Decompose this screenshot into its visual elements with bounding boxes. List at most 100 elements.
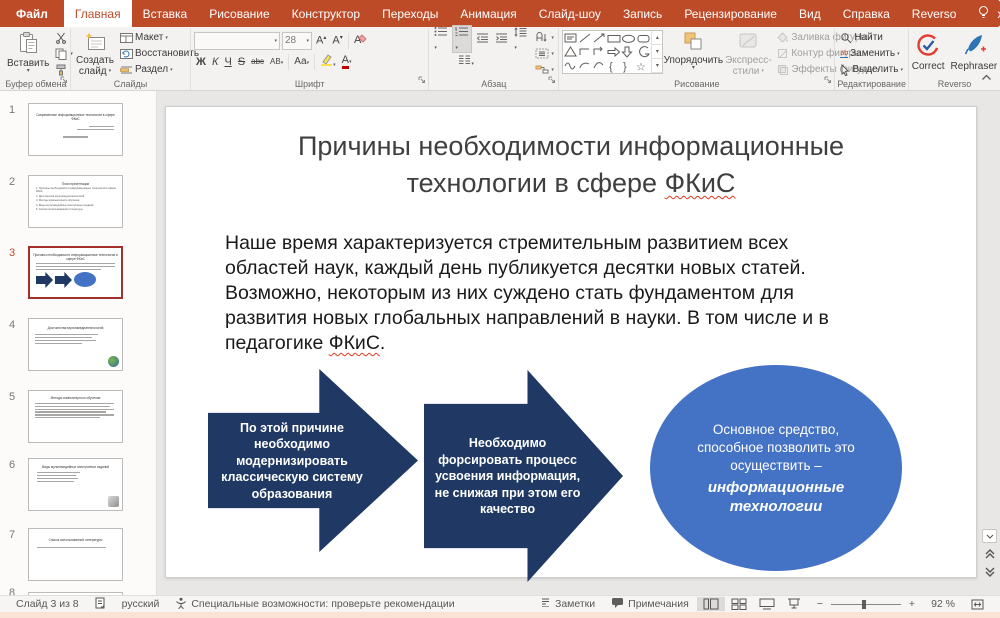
fit-to-window-button[interactable] — [963, 599, 992, 610]
new-slide-button[interactable]: Создать слайд▾ — [74, 30, 116, 77]
lightbulb-icon — [977, 5, 990, 23]
slide-thumbnail-3-selected[interactable]: Причины необходимости информационные тех… — [28, 246, 123, 299]
thumb7-title: Список использованной литературы — [32, 538, 119, 542]
text-direction-button[interactable]: ▾ — [533, 30, 556, 45]
decrease-indent-button[interactable] — [474, 33, 491, 46]
font-dialog-launcher[interactable] — [418, 71, 426, 89]
align-text-button[interactable]: ▾ — [533, 46, 556, 61]
tab-help[interactable]: Справка — [832, 0, 901, 27]
reverso-correct-button[interactable]: Correct — [910, 30, 947, 77]
main-area: 1 Современные информационные технологии … — [0, 91, 1000, 595]
tab-record[interactable]: Запись — [612, 0, 673, 27]
columns-button[interactable]: ▾ — [456, 55, 476, 68]
font-name-combo[interactable]: ▾ — [194, 32, 280, 50]
layout-button[interactable]: Макет▾ — [118, 30, 201, 45]
zoom-out-button[interactable]: − — [807, 598, 825, 610]
tab-reverso[interactable]: Reverso — [901, 0, 968, 27]
scroll-down-button[interactable] — [982, 529, 997, 543]
slide-thumbnail-panel[interactable]: 1 Современные информационные технологии … — [0, 91, 157, 595]
slide-thumbnail-2[interactable]: План презентации 1. Причины необходимост… — [28, 175, 123, 228]
diagram-arrow-shape-2[interactable]: Необходимо форсировать процесс усвоения … — [424, 370, 623, 582]
strikethrough-button[interactable]: abc — [249, 57, 266, 66]
quick-styles-button[interactable]: Экспресс- стили▾ — [723, 30, 773, 77]
proofing-status-icon — [95, 597, 106, 612]
tab-design[interactable]: Конструктор — [281, 0, 371, 27]
increase-indent-button[interactable] — [493, 33, 510, 46]
line-spacing-button[interactable]: ▾ — [512, 27, 529, 52]
tab-home[interactable]: Главная — [64, 0, 132, 27]
clear-formatting-button[interactable]: А — [352, 33, 369, 48]
slideshow-view-button[interactable] — [781, 597, 807, 611]
zoom-slider[interactable] — [831, 604, 901, 605]
underline-button[interactable]: Ч — [222, 56, 233, 68]
change-case-button[interactable]: Аа▾ — [292, 56, 311, 67]
select-button[interactable]: Выделить▾ — [838, 62, 905, 77]
tab-draw[interactable]: Рисование — [198, 0, 280, 27]
diagram-ellipse-shape[interactable]: Основное средство, способное позволить э… — [650, 365, 902, 571]
font-color-button[interactable]: А▾ — [340, 54, 354, 69]
reset-button[interactable]: Восстановить — [118, 46, 201, 61]
shapes-gallery-scrollbar[interactable]: ▴▾▾ — [651, 31, 662, 73]
tell-me-box[interactable]: Что вы хотите сделать? — [967, 0, 1000, 27]
proofing-status[interactable] — [87, 597, 114, 612]
character-spacing-button[interactable]: АВ▾ — [268, 57, 285, 66]
accessibility-checker[interactable]: Специальные возможности: проверьте реком… — [167, 597, 462, 612]
text-shadow-button[interactable]: S — [236, 56, 247, 68]
tab-animations[interactable]: Анимация — [449, 0, 527, 27]
thumb2-item: 5. Список использованной литературы — [36, 208, 118, 211]
grow-font-button[interactable]: А▴ — [314, 34, 328, 47]
collapse-ribbon-button[interactable] — [981, 68, 992, 86]
slide-thumbnail-6[interactable]: Виды мультимедийных электронных изданий — [28, 458, 123, 511]
tab-view[interactable]: Вид — [788, 0, 832, 27]
comments-toggle[interactable]: Примечания — [603, 597, 697, 611]
shapes-gallery[interactable]: { } ☆ ▴▾▾ — [562, 30, 663, 74]
arrange-button[interactable]: Упорядочить ▾ — [665, 30, 721, 77]
previous-slide-button[interactable] — [982, 547, 997, 561]
tab-insert[interactable]: Вставка — [132, 0, 199, 27]
replace-button[interactable]: abЗаменить▾ — [838, 46, 905, 61]
slide-title[interactable]: Причины необходимости информационные тех… — [166, 128, 976, 202]
slide-number-indicator[interactable]: Слайд 3 из 8 — [8, 598, 87, 610]
section-label: Раздел — [135, 64, 168, 75]
svg-text:{: { — [609, 61, 613, 73]
bullets-button[interactable]: ▾ — [432, 26, 450, 52]
shrink-font-button[interactable]: А▾ — [330, 34, 344, 47]
paste-button[interactable]: Вставить ▾ — [5, 30, 51, 77]
gallery-down-icon: ▾ — [652, 45, 662, 59]
font-size-combo[interactable]: 28▾ — [282, 32, 312, 50]
notes-toggle[interactable]: Заметки — [532, 597, 603, 611]
ribbon-tab-bar: Файл Главная Вставка Рисование Конструкт… — [0, 0, 1000, 27]
language-indicator[interactable]: русский — [114, 598, 168, 610]
next-slide-button[interactable] — [982, 565, 997, 579]
slide-body-text[interactable]: Наше время характеризуется стремительным… — [225, 231, 873, 356]
zoom-level[interactable]: 92 % — [923, 598, 963, 610]
highlight-color-button[interactable]: ▾ — [318, 54, 338, 69]
ribbon: Вставить ▾ ▾ Буфер обмена Создать слайд▾ — [0, 27, 1000, 91]
zoom-slider-thumb[interactable] — [862, 600, 866, 609]
slide-editing-surface[interactable]: Причины необходимости информационные тех… — [165, 106, 977, 578]
normal-view-button[interactable] — [697, 597, 725, 611]
arrow1-text: По этой причине необходимо модернизирова… — [212, 419, 372, 502]
bold-button[interactable]: Ж — [194, 56, 208, 68]
slide-thumbnail-1[interactable]: Современные информационные технологии в … — [28, 103, 123, 156]
diagram-arrow-shape-1[interactable]: По этой причине необходимо модернизирова… — [208, 369, 418, 552]
slide-canvas[interactable]: Причины необходимости информационные тех… — [157, 91, 1000, 595]
slide-sorter-view-button[interactable] — [725, 597, 753, 611]
tab-review[interactable]: Рецензирование — [673, 0, 788, 27]
tab-file[interactable]: Файл — [0, 0, 64, 27]
zoom-in-button[interactable]: + — [907, 598, 923, 610]
drawing-dialog-launcher[interactable] — [824, 71, 832, 89]
clipboard-dialog-launcher[interactable] — [60, 71, 68, 89]
section-button[interactable]: Раздел▾ — [118, 62, 201, 77]
slide-thumbnail-4[interactable]: Достоинства мультимедиатехнологий — [28, 318, 123, 371]
tab-slideshow[interactable]: Слайд-шоу — [528, 0, 612, 27]
slide-thumbnail-7[interactable]: Список использованной литературы — [28, 528, 123, 581]
numbering-button[interactable]: ▾ — [452, 25, 472, 53]
find-button[interactable]: Найти — [838, 30, 905, 45]
paragraph-dialog-launcher[interactable] — [548, 71, 556, 89]
reading-view-button[interactable] — [753, 597, 781, 611]
italic-button[interactable]: К — [210, 56, 220, 68]
svg-text:☆: ☆ — [636, 62, 646, 74]
tab-transitions[interactable]: Переходы — [371, 0, 449, 27]
slide-thumbnail-5[interactable]: Методы компьютерного обучения — [28, 390, 123, 443]
